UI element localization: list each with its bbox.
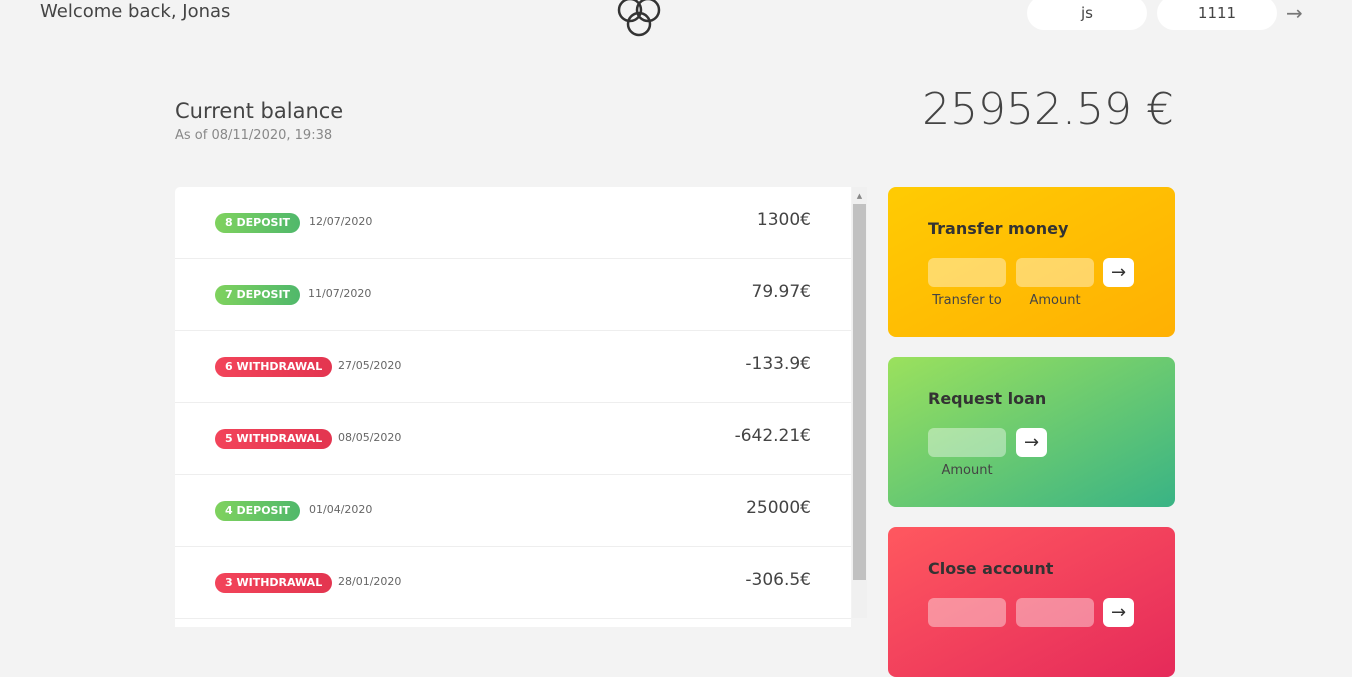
login-arrow-button[interactable]: → [1286, 1, 1303, 25]
balance-label: Current balance [175, 99, 344, 123]
loan-submit-button[interactable]: → [1016, 428, 1047, 457]
movement-type-badge: 8 DEPOSIT [215, 213, 301, 233]
loan-title: Request loan [928, 389, 1047, 408]
movement-value: 1300€ [756, 210, 811, 230]
bankist-logo-icon [617, 0, 661, 37]
welcome-message: Welcome back, Jonas [40, 1, 231, 22]
movement-row: 8 DEPOSIT 12/07/2020 1300€ [175, 187, 851, 259]
movement-value: 79.97€ [751, 282, 811, 302]
transfer-title: Transfer money [928, 219, 1069, 238]
movement-date: 08/05/2020 [338, 431, 402, 444]
loan-amount-input[interactable] [928, 428, 1006, 457]
balance-date: As of 08/11/2020, 19:38 [175, 128, 333, 143]
movement-row: 3 WITHDRAWAL 28/01/2020 -306.5€ [175, 547, 851, 619]
movement-date: 01/04/2020 [309, 503, 373, 516]
login-pin-input[interactable]: 1111 [1157, 0, 1277, 30]
movement-date: 12/07/2020 [309, 215, 373, 228]
movement-value: 25000€ [746, 498, 811, 518]
movement-type-badge: 7 DEPOSIT [215, 285, 301, 305]
movement-row: 7 DEPOSIT 11/07/2020 79.97€ [175, 259, 851, 331]
transfer-submit-button[interactable]: → [1103, 258, 1134, 287]
movement-value: -642.21€ [734, 426, 811, 446]
movement-date: 28/01/2020 [338, 575, 402, 588]
movement-row: 4 DEPOSIT 01/04/2020 25000€ [175, 475, 851, 547]
transfer-to-label: Transfer to [932, 293, 1002, 308]
scrollbar-thumb[interactable] [853, 204, 866, 580]
login-user-input[interactable]: js [1027, 0, 1147, 30]
movement-date: 11/07/2020 [308, 287, 372, 300]
close-title: Close account [928, 559, 1054, 578]
transfer-panel: Transfer money → Transfer to Amount [888, 187, 1175, 337]
transfer-amount-input[interactable] [1016, 258, 1094, 287]
movement-value: -306.5€ [745, 570, 811, 590]
movement-row: 5 WITHDRAWAL 08/05/2020 -642.21€ [175, 403, 851, 475]
loan-panel: Request loan → Amount [888, 357, 1175, 507]
movement-row: 6 WITHDRAWAL 27/05/2020 -133.9€ [175, 331, 851, 403]
movements-scrollbar[interactable]: ▲ [852, 187, 867, 618]
close-account-panel: Close account → [888, 527, 1175, 677]
balance-value: 25952.59 € [922, 84, 1174, 135]
transfer-to-input[interactable] [928, 258, 1006, 287]
movement-type-badge: 6 WITHDRAWAL [215, 357, 333, 377]
movement-date: 27/05/2020 [338, 359, 402, 372]
close-pin-input[interactable] [1016, 598, 1094, 627]
close-submit-button[interactable]: → [1103, 598, 1134, 627]
close-user-input[interactable] [928, 598, 1006, 627]
movement-type-badge: 5 WITHDRAWAL [215, 429, 333, 449]
movements-list: 8 DEPOSIT 12/07/2020 1300€ 7 DEPOSIT 11/… [175, 187, 851, 627]
movement-type-badge: 3 WITHDRAWAL [215, 573, 333, 593]
scroll-up-icon[interactable]: ▲ [852, 187, 867, 203]
loan-amount-label: Amount [941, 463, 993, 478]
movement-value: -133.9€ [745, 354, 811, 374]
movement-type-badge: 4 DEPOSIT [215, 501, 301, 521]
transfer-amount-label: Amount [1029, 293, 1081, 308]
